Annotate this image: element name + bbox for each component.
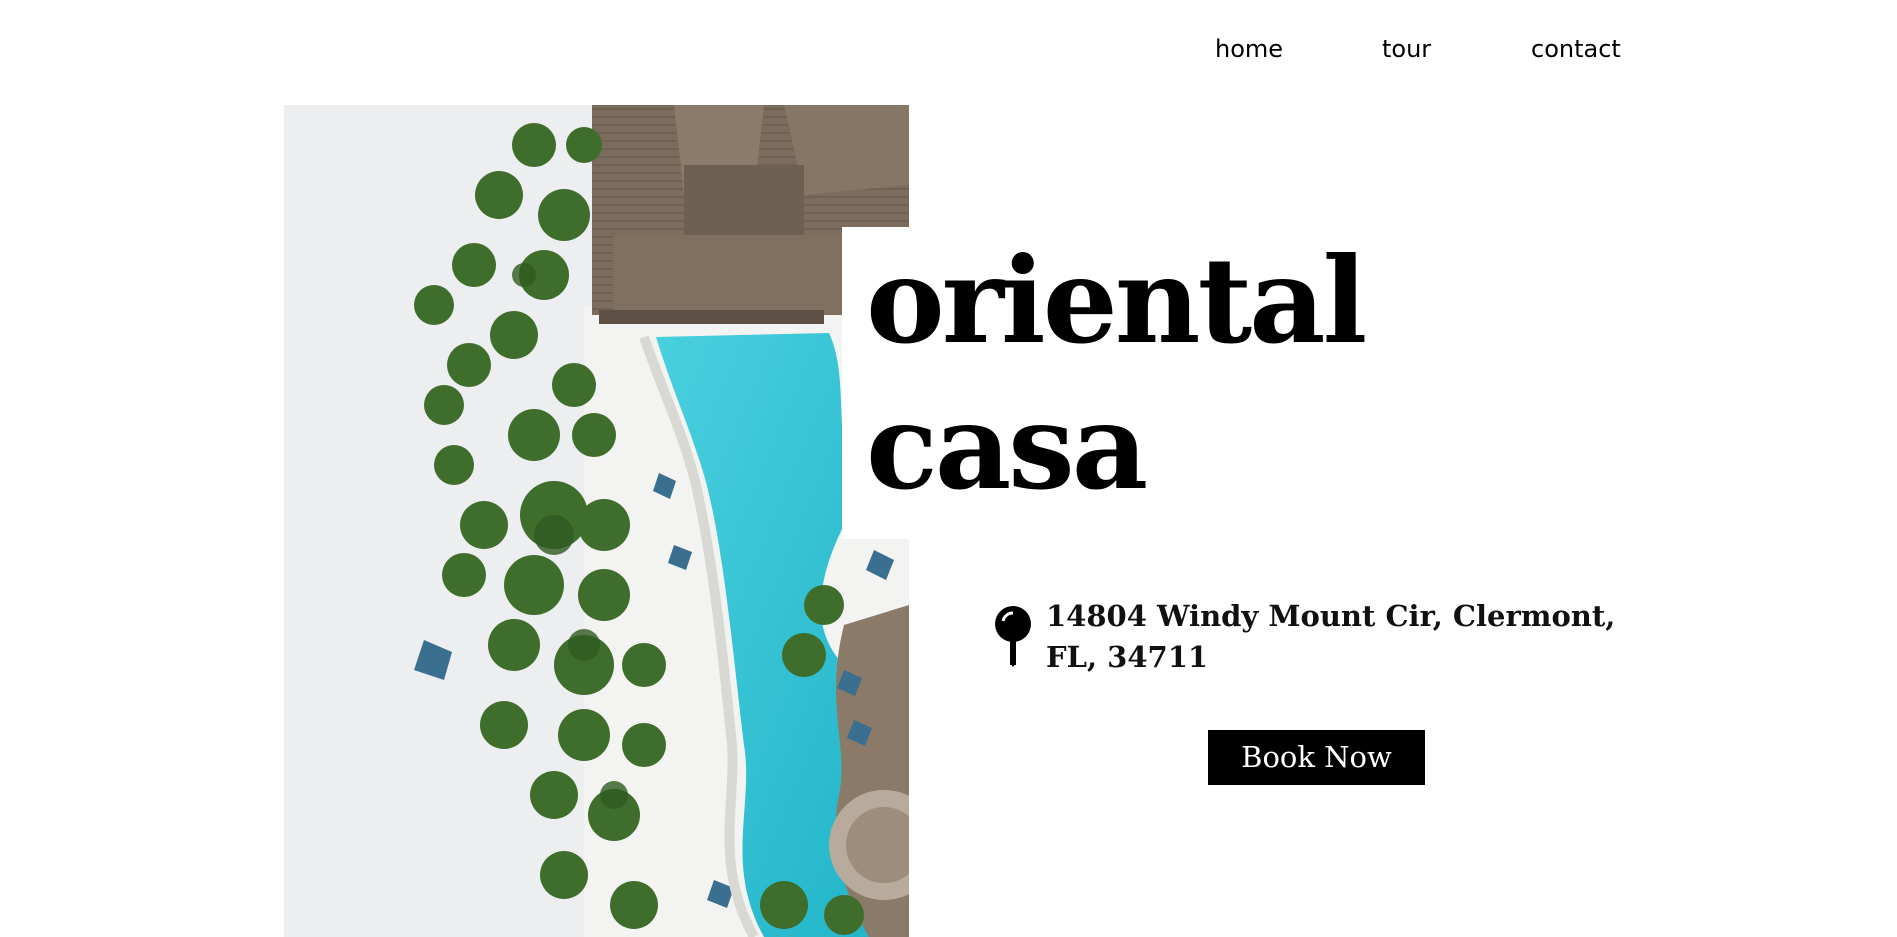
title-line-1: oriental (866, 231, 1367, 370)
map-pin-icon (995, 606, 1031, 667)
top-nav: home tour contact (1215, 33, 1635, 69)
nav-tour-link[interactable]: tour (1382, 33, 1431, 65)
title-line-2: casa (866, 377, 1148, 516)
address: 14804 Windy Mount Cir, Clermont, FL, 347… (994, 596, 1634, 676)
nav-contact-link[interactable]: contact (1531, 33, 1621, 65)
hero-image (284, 105, 909, 937)
address-text: 14804 Windy Mount Cir, Clermont, FL, 347… (1046, 599, 1616, 674)
page-title: oriental casa (866, 228, 1367, 520)
nav-home-link[interactable]: home (1215, 33, 1283, 65)
book-now-button[interactable]: Book Now (1208, 730, 1425, 785)
